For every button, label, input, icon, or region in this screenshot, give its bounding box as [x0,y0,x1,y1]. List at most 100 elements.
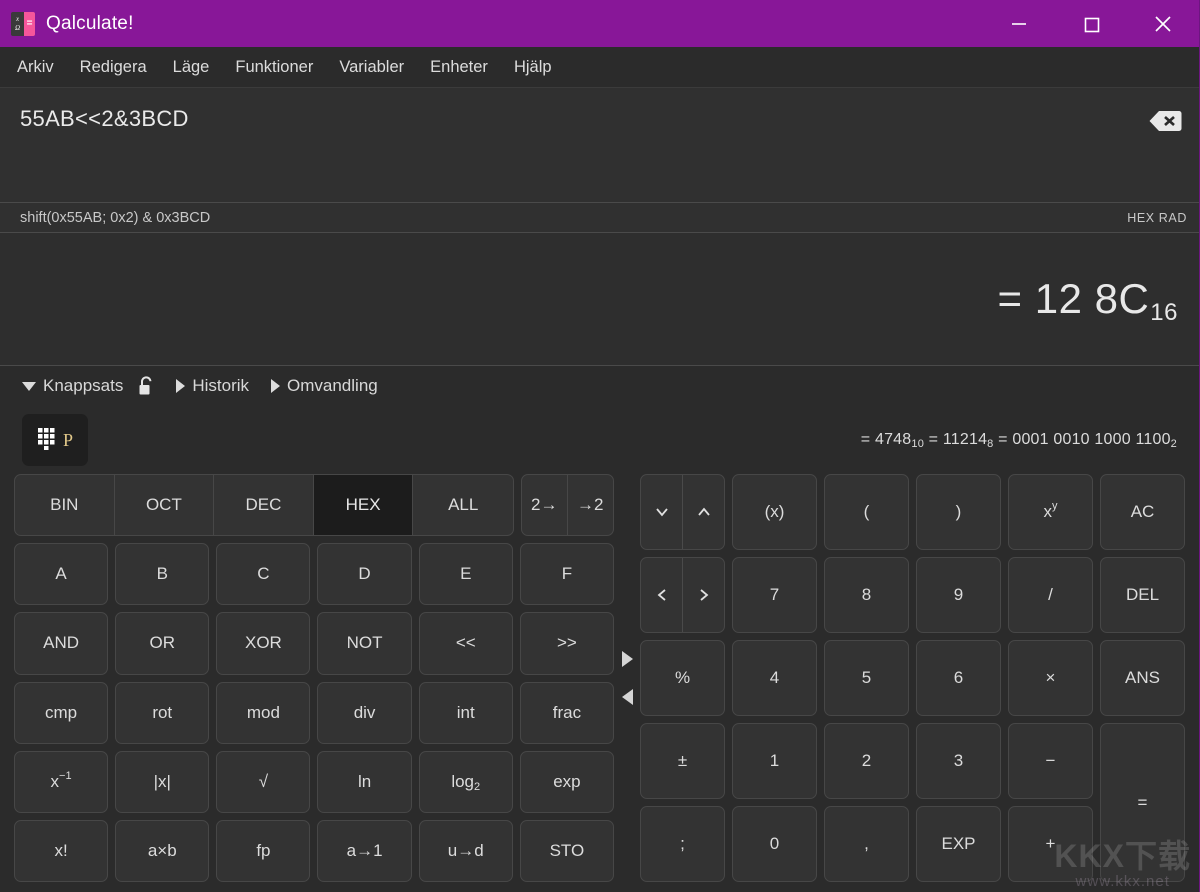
menu-item-arkiv[interactable]: Arkiv [4,52,67,83]
key-b[interactable]: B [115,543,209,605]
expression-area[interactable]: 55AB<<2&3BCD [0,88,1199,202]
key-ans[interactable]: ANS [1100,640,1185,716]
base-segmented-control: BIN OCT DEC HEX ALL [14,474,514,536]
menu-item-lage[interactable]: Läge [160,52,223,83]
key-minus[interactable]: − [1008,723,1093,799]
key-6[interactable]: 6 [916,640,1001,716]
key-shift-left[interactable]: << [419,612,513,674]
key-8[interactable]: 8 [824,557,909,633]
tab-omvandling[interactable]: Omvandling [271,376,378,396]
dec-base: 10 [911,438,924,450]
chevron-right-icon[interactable] [683,558,724,632]
close-button[interactable] [1127,0,1199,47]
key-shift-right[interactable]: >> [520,612,614,674]
key-equals[interactable]: = [1100,723,1185,882]
key-e[interactable]: E [419,543,513,605]
key-close-paren[interactable]: ) [916,474,1001,550]
base-button-hex[interactable]: HEX [314,475,414,535]
backspace-icon[interactable] [1145,106,1185,136]
expression-input[interactable]: 55AB<<2&3BCD [20,106,1179,132]
nav-leftright-key[interactable] [640,557,725,633]
expand-right-icon[interactable] [622,651,633,667]
key-ac[interactable]: AC [1100,474,1185,550]
key-frac[interactable]: frac [520,682,614,744]
key-5[interactable]: 5 [824,640,909,716]
key-7[interactable]: 7 [732,557,817,633]
key-a[interactable]: A [14,543,108,605]
key-power[interactable]: xy [1008,474,1093,550]
key-exp[interactable]: EXP [916,806,1001,882]
key-plus[interactable]: + [1008,806,1093,882]
key-div[interactable]: div [317,682,411,744]
key-rot[interactable]: rot [115,682,209,744]
key-f[interactable]: F [520,543,614,605]
menu-item-redigera[interactable]: Redigera [67,52,160,83]
nav-updown-key[interactable] [640,474,725,550]
key-not[interactable]: NOT [317,612,411,674]
menu-item-funktioner[interactable]: Funktioner [222,52,326,83]
key-exp[interactable]: exp [520,751,614,813]
result-value[interactable]: = 12 8C16 [998,275,1177,323]
base-button-oct[interactable]: OCT [115,475,215,535]
key-u-to-d[interactable]: u→d [419,820,513,882]
key-divide[interactable]: / [1008,557,1093,633]
unlocked-padlock-icon[interactable] [138,376,154,396]
base-button-all[interactable]: ALL [413,475,513,535]
convert-from-base-button[interactable]: 2→ [522,475,568,535]
key-1[interactable]: 1 [732,723,817,799]
key-paren-x[interactable]: (x) [732,474,817,550]
chevron-up-icon[interactable] [683,475,724,549]
menu-item-variabler[interactable]: Variabler [326,52,417,83]
base-button-bin[interactable]: BIN [15,475,115,535]
key-open-paren[interactable]: ( [824,474,909,550]
key-abs[interactable]: |x| [115,751,209,813]
key-0[interactable]: 0 [732,806,817,882]
mode-indicator[interactable]: HEX RAD [1127,211,1187,225]
convert-to-base-button[interactable]: →2 [568,475,614,535]
key-d[interactable]: D [317,543,411,605]
menu-item-enheter[interactable]: Enheter [417,52,501,83]
key-sqrt[interactable]: √ [216,751,310,813]
key-a-to-1[interactable]: a→1 [317,820,411,882]
key-int[interactable]: int [419,682,513,744]
tab-historik[interactable]: Historik [176,376,249,396]
key-factorial[interactable]: x! [14,820,108,882]
key-and[interactable]: AND [14,612,108,674]
key-or[interactable]: OR [115,612,209,674]
keypad-selector-button[interactable]: P [22,414,88,466]
key-c[interactable]: C [216,543,310,605]
key-2[interactable]: 2 [824,723,909,799]
panel-tab-bar: Knappsats Historik Omvandling [0,366,1199,406]
key-3[interactable]: 3 [916,723,1001,799]
key-multiply[interactable]: × [1008,640,1093,716]
menu-item-hjalp[interactable]: Hjälp [501,52,565,83]
maximize-button[interactable] [1055,0,1127,47]
tab-knappsats-label: Knappsats [43,376,123,396]
key-fp[interactable]: fp [216,820,310,882]
chevron-left-icon[interactable] [641,558,683,632]
chevron-down-icon[interactable] [641,475,683,549]
key-a-times-b[interactable]: a×b [115,820,209,882]
key-ln[interactable]: ln [317,751,411,813]
minimize-button[interactable] [983,0,1055,47]
key-cmp[interactable]: cmp [14,682,108,744]
key-reciprocal[interactable]: x−1 [14,751,108,813]
key-reciprocal-exp: −1 [59,770,72,782]
key-decimal-comma[interactable]: , [824,806,909,882]
base-button-dec[interactable]: DEC [214,475,314,535]
key-semicolon[interactable]: ; [640,806,725,882]
key-mod[interactable]: mod [216,682,310,744]
key-percent[interactable]: % [640,640,725,716]
key-9[interactable]: 9 [916,557,1001,633]
key-sto[interactable]: STO [520,820,614,882]
result-area: = 12 8C16 [0,233,1199,366]
key-power-base: x [1044,502,1053,522]
expand-left-icon[interactable] [622,689,633,705]
key-xor[interactable]: XOR [216,612,310,674]
key-log2[interactable]: log2 [419,751,513,813]
dec-value: = 4748 [861,431,912,448]
key-del[interactable]: DEL [1100,557,1185,633]
tab-knappsats[interactable]: Knappsats [22,376,154,396]
key-plus-minus[interactable]: ± [640,723,725,799]
key-4[interactable]: 4 [732,640,817,716]
